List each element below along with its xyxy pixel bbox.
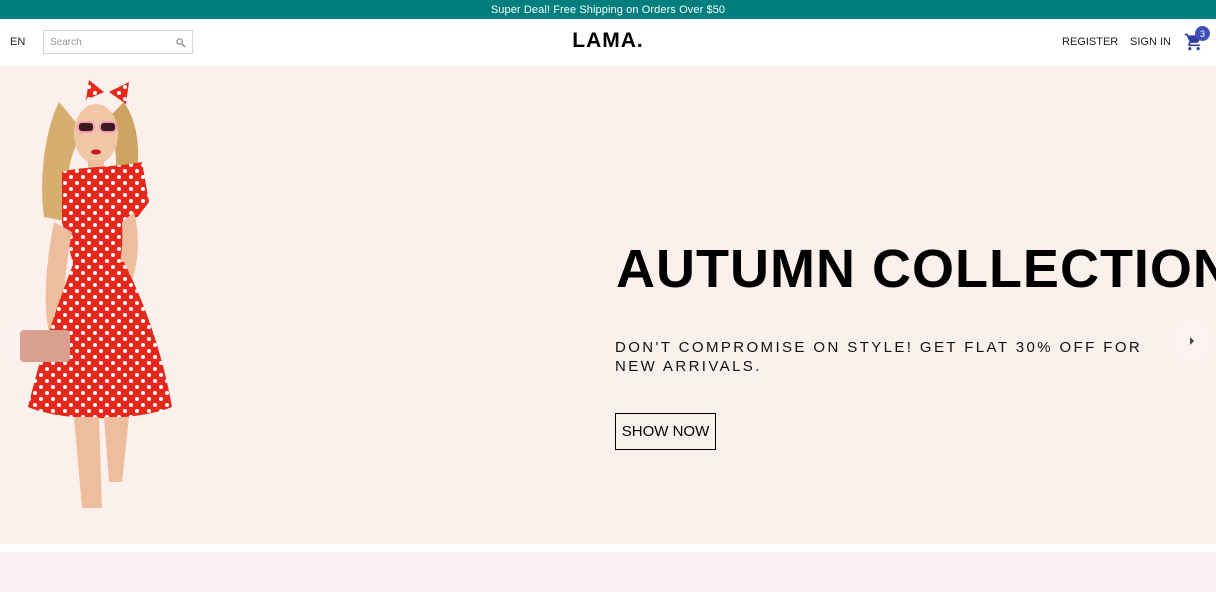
- search-input[interactable]: [50, 36, 175, 48]
- announcement-bar: Super Deal! Free Shipping on Orders Over…: [0, 0, 1216, 19]
- hero-slider: AUTUMN COLLECTION DON'T COMPROMISE ON ST…: [0, 66, 1216, 544]
- hero-title: AUTUMN COLLECTION: [616, 239, 1216, 299]
- hero-description: DON'T COMPROMISE ON STYLE! GET FLAT 30% …: [615, 339, 1143, 375]
- announcement-text: Super Deal! Free Shipping on Orders Over…: [490, 3, 726, 16]
- sign-in-link[interactable]: SIGN IN: [1130, 36, 1171, 48]
- hero-model-image: [20, 80, 172, 508]
- slider-next-button[interactable]: [1173, 322, 1211, 360]
- search-icon[interactable]: [175, 37, 186, 48]
- logo[interactable]: LAMA.: [572, 29, 644, 52]
- navbar: EN LAMA. REGISTER SIGN IN 3: [0, 19, 1216, 65]
- register-link[interactable]: REGISTER: [1062, 36, 1118, 48]
- show-now-button[interactable]: SHOW NOW: [615, 413, 716, 450]
- chevron-right-icon: [1190, 337, 1194, 345]
- cart-count-badge: 3: [1195, 26, 1210, 41]
- search-box: [43, 30, 193, 54]
- next-section: [0, 552, 1216, 592]
- language-selector[interactable]: EN: [10, 36, 25, 48]
